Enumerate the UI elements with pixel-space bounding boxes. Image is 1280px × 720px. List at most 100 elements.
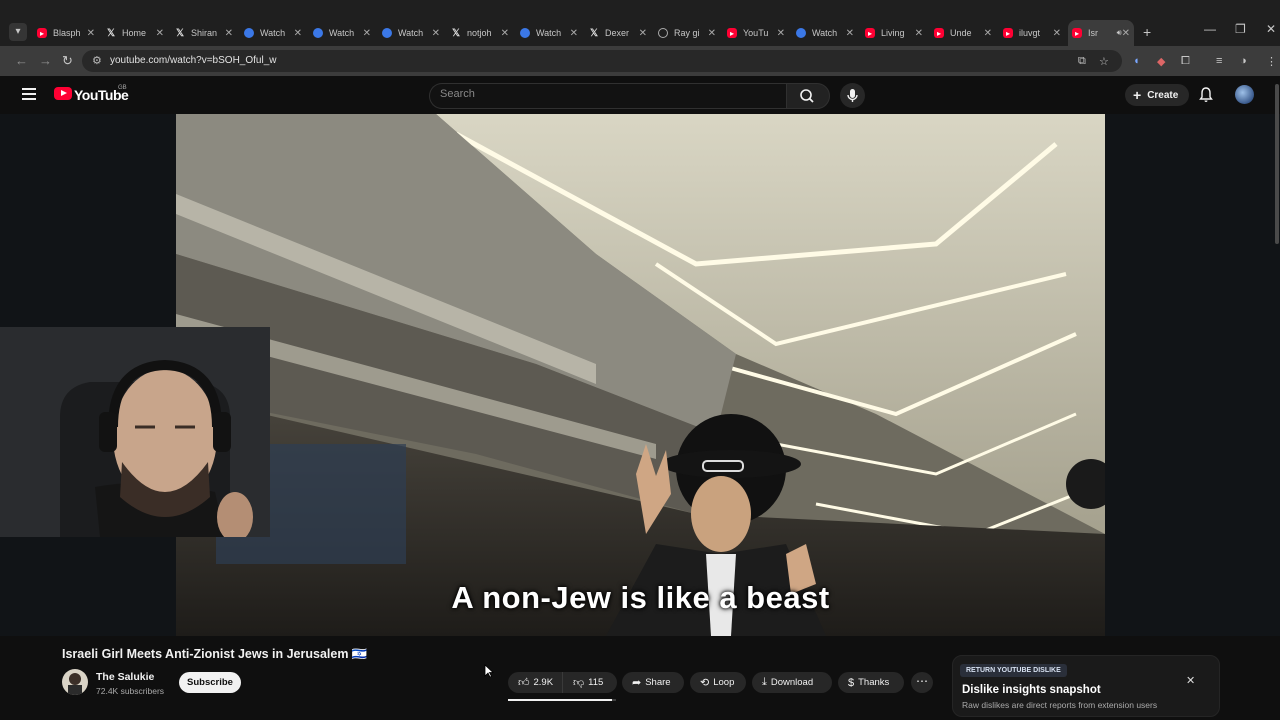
browser-tab[interactable]: 𝕏 Shiran ✕ [171,24,237,42]
hamburger-menu-icon[interactable] [22,88,36,100]
browser-tab[interactable]: ▸ Isr 🔊︎ ✕ [1068,20,1134,46]
browser-tab[interactable]: ▸ Blasph ✕ [33,24,99,42]
bell-icon [1199,87,1213,102]
more-horiz-icon: ⋯ [916,674,928,688]
tab-title: iluvgt [1019,28,1041,38]
browser-tab[interactable]: ▸ Living ✕ [861,24,927,42]
channel-name[interactable]: The Salukie [96,671,154,683]
site-info-icon[interactable]: ⚙ [92,54,102,67]
tab-close-icon[interactable]: ✕ [225,28,233,39]
account-avatar[interactable] [1235,85,1254,104]
browser-tab[interactable]: ▸ YouTu ✕ [723,24,789,42]
back-icon[interactable]: ← [15,53,28,68]
extension-audio-icon[interactable]: ◖ [1133,55,1140,67]
browser-tab[interactable]: Watch ✕ [378,24,444,42]
microphone-icon [847,89,858,102]
tab-title: Isr [1088,28,1098,38]
create-label: Create [1147,89,1179,101]
voice-search-button[interactable] [840,83,865,108]
browser-menu-icon[interactable]: ⋮ [1266,55,1277,68]
tab-title: Living [881,28,905,38]
loop-icon: ⟲ [700,677,710,689]
browser-tab[interactable]: ▸ iluvgt ✕ [999,24,1065,42]
tab-close-icon[interactable]: ✕ [1053,28,1061,39]
search-input[interactable] [429,83,786,109]
download-button[interactable]: ⤓ Download [752,672,832,693]
youtube-logo-icon[interactable] [54,87,72,100]
browser-tab[interactable]: 𝕏 Home ✕ [102,24,168,42]
tab-close-icon[interactable]: ✕ [294,28,302,39]
tab-close-icon[interactable]: ✕ [432,28,440,39]
bookmark-star-icon[interactable]: ☆ [1099,55,1109,68]
tab-close-icon[interactable]: ✕ [708,28,716,39]
forward-icon[interactable]: → [39,53,52,68]
tab-close-icon[interactable]: ✕ [501,28,509,39]
extensions-puzzle-icon[interactable]: ⧠ [1181,55,1190,68]
tab-close-icon[interactable]: ✕ [570,28,578,39]
minimize-icon[interactable]: — [1204,22,1216,36]
tab-close-icon[interactable]: ✕ [363,28,371,39]
tab-close-icon[interactable]: ✕ [1122,28,1130,39]
tab-close-icon[interactable]: ✕ [639,28,647,39]
dislike-button[interactable]: 👎︎ 115 [562,672,617,693]
streamer-webcam-overlay [0,327,270,537]
browser-tab[interactable]: ▸ Unde ✕ [930,24,996,42]
search-button[interactable] [786,83,830,109]
page-scrollbar[interactable] [1275,84,1279,244]
tab-close-icon[interactable]: ✕ [984,28,992,39]
extension-shield-icon[interactable]: ◆ [1157,55,1165,68]
ryd-close-icon[interactable]: ✕ [1186,674,1195,687]
youtube-icon: ▸ [934,28,944,38]
url-text[interactable]: youtube.com/watch?v=bSOH_Oful_w [110,55,276,66]
browser-tab[interactable]: Watch ✕ [240,24,306,42]
restore-icon[interactable]: ❐ [1235,22,1246,36]
tab-close-icon[interactable]: ✕ [156,28,164,39]
youtube-icon: ▸ [37,28,47,38]
ryd-title: Dislike insights snapshot [962,684,1101,696]
tab-title: Watch [536,28,562,38]
tab-title: Watch [812,28,838,38]
reload-icon[interactable]: ↻ [62,53,73,69]
youtube-icon: ▸ [865,28,875,38]
loop-button[interactable]: ⟲ Loop [690,672,746,693]
video-frame[interactable] [176,114,1105,636]
tab-close-icon[interactable]: ✕ [87,28,95,39]
tab-title: Home [122,28,147,38]
x-logo-icon: 𝕏 [589,27,599,39]
web-icon [382,28,392,38]
tab-title: YouTu [743,28,769,38]
search-icon [800,89,814,103]
new-tab-button[interactable]: + [1143,24,1151,40]
browser-tab[interactable]: Watch ✕ [516,24,582,42]
share-button[interactable]: ➦ Share [622,672,684,693]
youtube-icon: ▸ [1072,28,1082,38]
tab-title: Unde [950,28,972,38]
tab-close-icon[interactable]: ✕ [777,28,785,39]
subscribe-button[interactable]: Subscribe [179,672,241,693]
channel-avatar[interactable] [62,669,88,695]
thanks-label: Thanks [858,677,890,688]
like-count: 2.9K [533,677,554,688]
browser-tab[interactable]: Watch ✕ [309,24,375,42]
browser-tab[interactable]: Ray gi ✕ [654,24,720,42]
x-logo-icon: 𝕏 [451,27,461,39]
like-button[interactable]: 👍︎ 2.9K [508,672,562,693]
browser-tab[interactable]: 𝕏 Dexer ✕ [585,24,651,42]
install-app-icon[interactable]: ⧉ [1078,55,1086,68]
browser-tab[interactable]: 𝕏notjoh ✕ [447,24,513,42]
tab-title: notjoh [467,28,492,38]
tab-title: Blasph [53,28,81,38]
close-window-icon[interactable]: ✕ [1266,22,1276,36]
tab-search-button[interactable]: ▾ [9,23,27,41]
tab-close-icon[interactable]: ✕ [846,28,854,39]
tab-close-icon[interactable]: ✕ [915,28,923,39]
like-ratio-fill [508,699,612,701]
create-button[interactable]: + Create [1125,84,1189,106]
thanks-button[interactable]: $ Thanks [838,672,904,693]
media-control-icon[interactable]: ≡ [1216,55,1222,67]
profile-icon[interactable]: ◑ [1240,55,1247,67]
browser-tab[interactable]: Watch ✕ [792,24,858,42]
tab-title: Watch [260,28,286,38]
notifications-button[interactable] [1199,87,1213,108]
more-actions-button[interactable]: ⋯ [911,672,933,693]
